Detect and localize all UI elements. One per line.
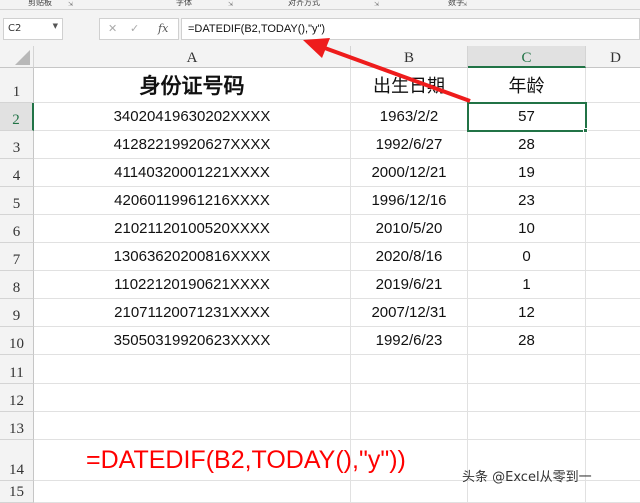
- column-header-b[interactable]: B: [351, 46, 468, 68]
- cell[interactable]: [34, 412, 351, 440]
- data-cell[interactable]: 41140320001221XXXX: [34, 159, 351, 187]
- data-cell[interactable]: 57: [468, 103, 586, 131]
- row-header-6[interactable]: 6: [0, 215, 34, 243]
- cell[interactable]: [468, 355, 586, 384]
- ribbon-group-labels: 剪贴板 ⇲ 字体 ⇲ 对齐方式 ⇲ 数字 ⇲: [0, 0, 640, 10]
- row-header-8[interactable]: 8: [0, 271, 34, 299]
- data-cell[interactable]: 2010/5/20: [351, 215, 468, 243]
- ribbon-group-alignment: 对齐方式: [288, 0, 320, 8]
- cell[interactable]: [468, 412, 586, 440]
- header-cell-a[interactable]: 身份证号码: [34, 68, 351, 103]
- row-header-3[interactable]: 3: [0, 131, 34, 159]
- cell[interactable]: [34, 355, 351, 384]
- row-header-4[interactable]: 4: [0, 159, 34, 187]
- row-header-5[interactable]: 5: [0, 187, 34, 215]
- chevron-down-icon[interactable]: ▼: [53, 22, 58, 30]
- cell[interactable]: [586, 440, 640, 481]
- formula-annotation: =DATEDIF(B2,TODAY(),"y")): [86, 446, 406, 475]
- data-cell[interactable]: 21021120100520XXXX: [34, 215, 351, 243]
- row-header-11[interactable]: 11: [0, 355, 34, 384]
- cell[interactable]: [586, 481, 640, 503]
- cell[interactable]: [468, 384, 586, 412]
- cell[interactable]: [34, 481, 351, 503]
- row-header-1[interactable]: 1: [0, 68, 34, 103]
- watermark: 头条 @Excel从零到一: [462, 466, 592, 485]
- row-header-15[interactable]: 15: [0, 481, 34, 503]
- cell[interactable]: [586, 243, 640, 271]
- cell[interactable]: [586, 159, 640, 187]
- data-cell[interactable]: 2020/8/16: [351, 243, 468, 271]
- insert-function-icon[interactable]: fx: [158, 22, 168, 35]
- data-cell[interactable]: 11022120190621XXXX: [34, 271, 351, 299]
- column-header-c[interactable]: C: [468, 46, 586, 68]
- row-header-12[interactable]: 12: [0, 384, 34, 412]
- dialog-launcher-icon[interactable]: ⇲: [374, 1, 379, 8]
- formula-bar: C2 ▼ ✕ ✓ fx =DATEDIF(B2,TODAY(),"y"): [0, 10, 640, 46]
- cell[interactable]: [586, 103, 640, 131]
- data-cell[interactable]: 2019/6/21: [351, 271, 468, 299]
- data-cell[interactable]: 28: [468, 131, 586, 159]
- dialog-launcher-icon[interactable]: ⇲: [462, 1, 467, 8]
- data-cell[interactable]: 35050319920623XXXX: [34, 327, 351, 355]
- row-header-14[interactable]: 14: [0, 440, 34, 481]
- select-all-button[interactable]: [0, 46, 34, 68]
- header-cell-b[interactable]: 出生日期: [351, 68, 468, 103]
- data-cell[interactable]: 42060119961216XXXX: [34, 187, 351, 215]
- cell[interactable]: [34, 384, 351, 412]
- row-header-9[interactable]: 9: [0, 299, 34, 327]
- data-cell[interactable]: 34020419630202XXXX: [34, 103, 351, 131]
- formula-buttons: ✕ ✓ fx: [99, 18, 179, 40]
- cell[interactable]: [586, 215, 640, 243]
- fill-handle[interactable]: [583, 128, 588, 133]
- cell[interactable]: [586, 412, 640, 440]
- data-cell[interactable]: 19: [468, 159, 586, 187]
- data-cell[interactable]: 1996/12/16: [351, 187, 468, 215]
- cell[interactable]: [586, 299, 640, 327]
- enter-icon[interactable]: ✓: [130, 22, 139, 35]
- cell[interactable]: [586, 327, 640, 355]
- ribbon-group-font: 字体: [176, 0, 192, 8]
- row-header-2[interactable]: 2: [0, 103, 34, 131]
- header-cell-c[interactable]: 年龄: [468, 68, 586, 103]
- data-cell[interactable]: 41282219920627XXXX: [34, 131, 351, 159]
- data-cell[interactable]: 28: [468, 327, 586, 355]
- data-cell[interactable]: 21071120071231XXXX: [34, 299, 351, 327]
- name-box-value: C2: [8, 23, 21, 34]
- cell[interactable]: [351, 355, 468, 384]
- cell[interactable]: [586, 131, 640, 159]
- name-box[interactable]: C2 ▼: [3, 18, 63, 40]
- cell[interactable]: [586, 68, 640, 103]
- dialog-launcher-icon[interactable]: ⇲: [228, 1, 233, 8]
- data-cell[interactable]: 1992/6/23: [351, 327, 468, 355]
- data-cell[interactable]: 13063620200816XXXX: [34, 243, 351, 271]
- cell[interactable]: [586, 271, 640, 299]
- data-cell[interactable]: 10: [468, 215, 586, 243]
- data-cell[interactable]: 0: [468, 243, 586, 271]
- data-cell[interactable]: 12: [468, 299, 586, 327]
- data-cell[interactable]: 1: [468, 271, 586, 299]
- cell[interactable]: [586, 187, 640, 215]
- row-header-13[interactable]: 13: [0, 412, 34, 440]
- row-header-7[interactable]: 7: [0, 243, 34, 271]
- data-cell[interactable]: 1963/2/2: [351, 103, 468, 131]
- cancel-icon[interactable]: ✕: [108, 22, 117, 35]
- data-cell[interactable]: 1992/6/27: [351, 131, 468, 159]
- data-cell[interactable]: 2007/12/31: [351, 299, 468, 327]
- data-cell[interactable]: 2000/12/21: [351, 159, 468, 187]
- cell[interactable]: [586, 355, 640, 384]
- column-header-a[interactable]: A: [34, 46, 351, 68]
- cell[interactable]: [351, 412, 468, 440]
- row-header-10[interactable]: 10: [0, 327, 34, 355]
- dialog-launcher-icon[interactable]: ⇲: [68, 1, 73, 8]
- formula-input[interactable]: =DATEDIF(B2,TODAY(),"y"): [181, 18, 640, 40]
- data-cell[interactable]: 23: [468, 187, 586, 215]
- cell[interactable]: [351, 481, 468, 503]
- cell[interactable]: [351, 384, 468, 412]
- column-header-d[interactable]: D: [586, 46, 640, 68]
- cell[interactable]: [586, 384, 640, 412]
- ribbon-group-clipboard: 剪贴板: [28, 0, 52, 8]
